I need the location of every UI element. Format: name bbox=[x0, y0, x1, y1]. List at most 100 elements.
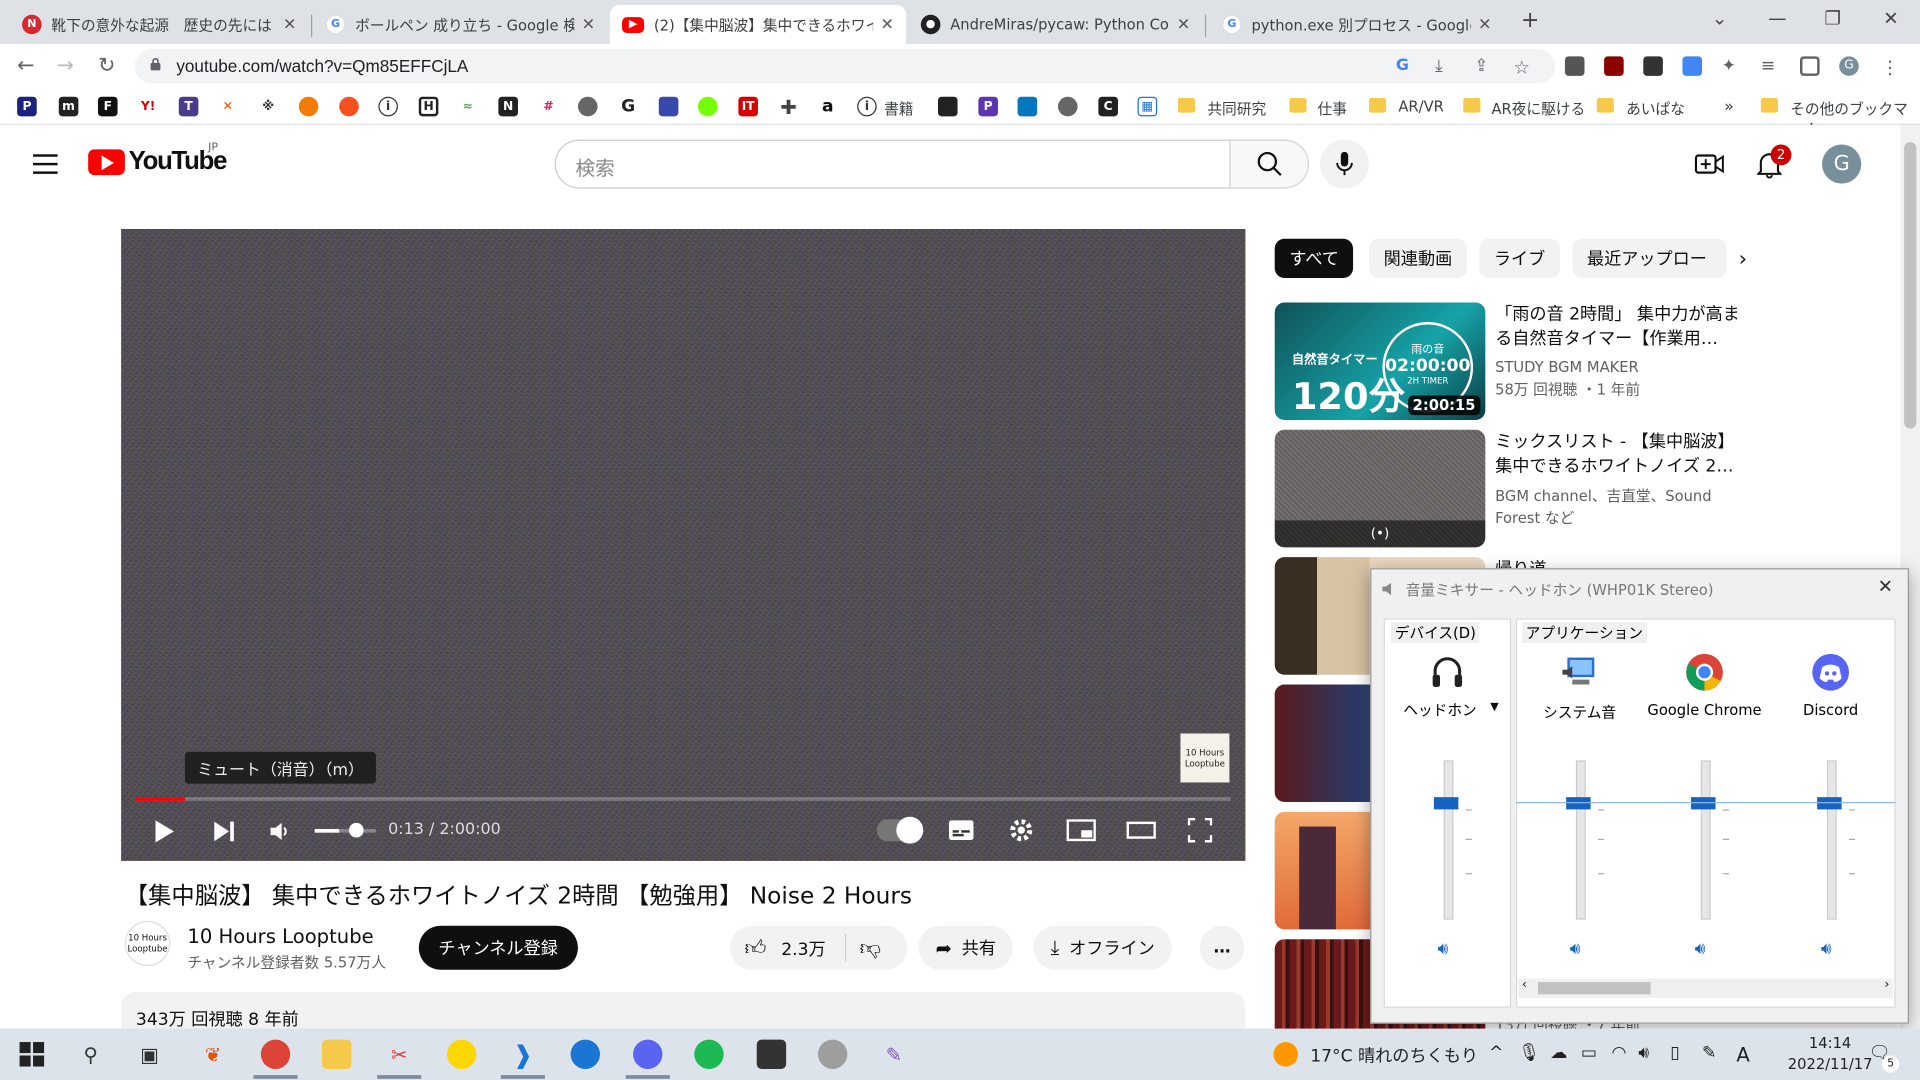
share-icon[interactable]: ⇪ bbox=[1474, 56, 1494, 76]
vscode-icon[interactable]: ❱ bbox=[508, 1040, 537, 1069]
menu-kebab-icon[interactable]: ⋮ bbox=[1881, 56, 1901, 78]
hamburger-menu-icon[interactable] bbox=[33, 154, 58, 174]
reading-list-icon[interactable]: ≡ bbox=[1761, 56, 1781, 76]
chip-recent[interactable]: 最近アップロー bbox=[1572, 238, 1727, 278]
mute-speaker-icon[interactable]: 🔊︎ bbox=[1695, 939, 1706, 959]
search-button[interactable] bbox=[1229, 139, 1309, 189]
voice-search-button[interactable] bbox=[1320, 139, 1369, 189]
close-tab-icon[interactable]: ✕ bbox=[283, 15, 296, 33]
miniplayer-icon[interactable] bbox=[1066, 819, 1096, 842]
settings-gear-icon[interactable] bbox=[1008, 817, 1035, 844]
volume-slider[interactable] bbox=[314, 822, 376, 838]
next-video-icon[interactable] bbox=[212, 819, 236, 843]
subtitles-icon[interactable] bbox=[948, 819, 975, 841]
paint-app-icon[interactable]: ✎ bbox=[879, 1040, 908, 1069]
pen-tray-icon[interactable]: ✎ bbox=[1702, 1043, 1716, 1063]
chips-next-icon[interactable]: › bbox=[1739, 247, 1747, 271]
bookmark-folder-3[interactable]: AR/VR bbox=[1398, 98, 1443, 115]
bookmark-photo-icon[interactable] bbox=[658, 96, 679, 117]
mixer-scroll-thumb[interactable] bbox=[1537, 982, 1651, 995]
bookmark-globe-icon[interactable] bbox=[577, 96, 598, 117]
bookmark-circle-icon[interactable]: i bbox=[378, 96, 398, 117]
chip-related[interactable]: 関連動画 bbox=[1368, 238, 1467, 278]
side-panel-icon[interactable] bbox=[1800, 56, 1820, 76]
bookmark-table-icon[interactable]: ▦ bbox=[1137, 96, 1158, 117]
volume-knob[interactable] bbox=[348, 822, 364, 838]
wifi-tray-icon[interactable]: ◠ bbox=[1611, 1043, 1626, 1063]
google-lens-icon[interactable]: G bbox=[1396, 56, 1416, 76]
close-tab-icon[interactable]: ✕ bbox=[1177, 15, 1190, 33]
mixer-label-discord[interactable]: Discord bbox=[1769, 702, 1891, 719]
channel-avatar[interactable]: 10 Hours Looptube bbox=[124, 920, 171, 967]
bookmark-x-icon[interactable]: ✕ bbox=[217, 96, 238, 117]
search-taskbar-icon[interactable]: ⚲ bbox=[76, 1040, 105, 1069]
tab-5[interactable]: G python.exe 別プロセス - Google 検 ✕ bbox=[1210, 5, 1504, 44]
file-explorer-icon[interactable] bbox=[322, 1039, 352, 1069]
tab-4[interactable]: ● AndreMiras/pycaw: Python Core ✕ bbox=[909, 5, 1203, 44]
create-video-icon[interactable] bbox=[1694, 153, 1724, 175]
mixer-track[interactable] bbox=[1700, 760, 1711, 920]
bookmark-info-icon[interactable]: i bbox=[857, 96, 877, 117]
volume-tray-icon[interactable]: 🔊︎ bbox=[1638, 1043, 1649, 1063]
mixer-label-chrome[interactable]: Google Chrome bbox=[1643, 702, 1765, 719]
bookmark-h-icon[interactable]: H bbox=[418, 96, 439, 117]
chrome-taskbar-icon[interactable] bbox=[260, 1039, 291, 1069]
related-title-1[interactable]: 「雨の音 2時間」 集中力が高まる自然音タイマー【作業用… bbox=[1495, 302, 1752, 351]
bookmark-orange-icon[interactable] bbox=[298, 96, 319, 117]
bookmark-folder-2[interactable]: 仕事 bbox=[1318, 98, 1347, 119]
like-icon[interactable]: 👍︎ bbox=[744, 936, 766, 961]
forward-icon[interactable]: → bbox=[56, 54, 73, 78]
disc-app-icon[interactable] bbox=[817, 1039, 848, 1069]
more-actions-button[interactable]: … bbox=[1200, 925, 1245, 970]
mixer-knob[interactable] bbox=[1433, 797, 1459, 810]
mute-speaker-icon[interactable]: 🔊︎ bbox=[1438, 939, 1449, 959]
chip-live[interactable]: ライブ bbox=[1479, 238, 1561, 278]
task-view-icon[interactable]: ▣ bbox=[135, 1040, 164, 1069]
close-tab-icon[interactable]: ✕ bbox=[582, 15, 595, 33]
bookmark-m-icon[interactable]: m bbox=[58, 96, 79, 117]
back-icon[interactable]: ← bbox=[17, 54, 34, 78]
system-clock[interactable]: 14:14 2022/11/17 bbox=[1788, 1033, 1873, 1075]
bookmark-it-icon[interactable]: IT bbox=[738, 96, 758, 117]
bookmark-square-icon[interactable] bbox=[1017, 96, 1038, 117]
bookmark-g-icon[interactable]: G bbox=[618, 96, 638, 117]
reload-icon[interactable]: ↻ bbox=[98, 54, 115, 78]
related-thumb-2[interactable]: (•) bbox=[1274, 429, 1486, 548]
mixer-label-headphones[interactable]: ヘッドホン bbox=[1379, 699, 1501, 720]
related-channel-2[interactable]: BGM channel、吉直堂、Sound Forest など bbox=[1495, 485, 1758, 529]
snipping-tool-icon[interactable]: ✂ bbox=[384, 1040, 413, 1069]
translate-icon[interactable] bbox=[1682, 56, 1703, 76]
microphone-tray-icon[interactable]: 🎙︎ bbox=[1518, 1043, 1540, 1063]
mixer-track[interactable] bbox=[1575, 760, 1586, 920]
yellow-app-icon[interactable] bbox=[446, 1039, 477, 1069]
scroll-right-icon[interactable]: › bbox=[1885, 978, 1890, 991]
bookmark-amazon-icon[interactable]: a bbox=[817, 96, 838, 117]
related-thumb-1[interactable]: 自然音タイマー 120分 雨の音 02:00:00 2H TIMER 2:00:… bbox=[1274, 302, 1486, 421]
bookmark-p2-icon[interactable]: P bbox=[978, 96, 998, 117]
scroll-left-icon[interactable]: ‹ bbox=[1522, 978, 1527, 991]
device-dropdown-icon[interactable]: ▼ bbox=[1490, 702, 1498, 714]
tab-search-icon[interactable]: ⌄ bbox=[1712, 7, 1727, 29]
bookmark-plus-icon[interactable]: ✚ bbox=[778, 95, 799, 118]
extension-qr-icon[interactable] bbox=[1643, 56, 1663, 76]
dislike-icon[interactable]: 👎︎ bbox=[860, 936, 881, 961]
bookmark-globe2-icon[interactable] bbox=[1057, 96, 1078, 117]
bookmarks-overflow[interactable]: » bbox=[1724, 98, 1734, 116]
offline-download-button[interactable]: ⤓ オフライン bbox=[1033, 925, 1172, 970]
cloud-tray-icon[interactable]: ☁ bbox=[1550, 1043, 1567, 1063]
bookmark-books[interactable]: 書籍 bbox=[884, 98, 913, 119]
account-avatar[interactable]: G bbox=[1822, 144, 1862, 184]
mixer-track[interactable] bbox=[1443, 760, 1454, 920]
puzzle-icon[interactable]: ✦ bbox=[1722, 56, 1742, 76]
bookmark-camera-icon[interactable] bbox=[937, 96, 958, 117]
volume-icon[interactable] bbox=[268, 819, 292, 843]
extension-chat-icon[interactable] bbox=[1564, 56, 1585, 76]
bookmark-yahoo-icon[interactable]: Y! bbox=[138, 96, 158, 117]
close-window-icon[interactable]: ✕ bbox=[1883, 7, 1898, 29]
new-tab-button[interactable]: + bbox=[1521, 7, 1539, 33]
bookmark-c-icon[interactable]: C bbox=[1098, 96, 1118, 117]
channel-name[interactable]: 10 Hours Looptube bbox=[187, 924, 373, 947]
bookmark-p-icon[interactable]: P bbox=[17, 96, 37, 117]
bookmark-f-icon[interactable]: F bbox=[97, 96, 118, 117]
related-channel-1[interactable]: STUDY BGM MAKER bbox=[1495, 356, 1758, 378]
